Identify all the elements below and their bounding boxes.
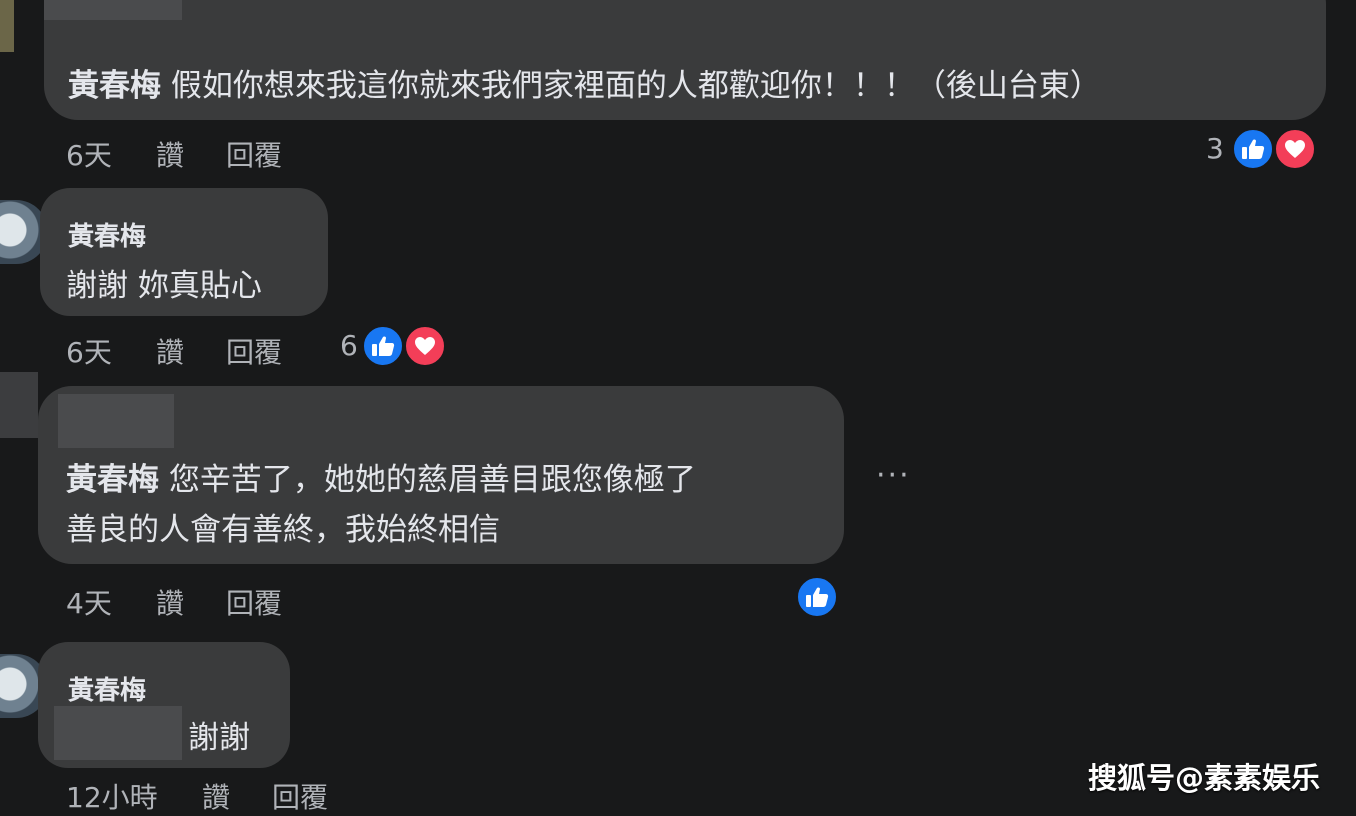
thumbs-up-icon	[1232, 128, 1274, 170]
heart-icon	[404, 325, 446, 367]
like-link[interactable]: 讚	[156, 134, 184, 174]
reaction-summary[interactable]: 3	[1206, 128, 1318, 172]
reply-link[interactable]: 回覆	[226, 331, 282, 371]
comment-text: 黃春梅 您辛苦了，她她的慈眉善目跟您像極了	[66, 454, 696, 499]
thumbs-up-icon	[362, 325, 404, 367]
comment-time[interactable]: 12小時	[66, 776, 158, 816]
reply-link[interactable]: 回覆	[226, 582, 282, 622]
comment-body-line2: 善良的人會有善終，我始終相信	[66, 512, 500, 548]
watermark: 搜狐号@素素娱乐	[1087, 761, 1320, 795]
reaction-count: 6	[340, 329, 358, 362]
mention-name[interactable]: 黃春梅	[66, 462, 159, 498]
reply-link[interactable]: 回覆	[226, 134, 282, 174]
reaction-summary[interactable]	[796, 576, 842, 620]
comment-bubble: 黃春梅 您辛苦了，她她的慈眉善目跟您像極了 善良的人會有善終，我始終相信	[38, 386, 844, 564]
like-link[interactable]: 讚	[156, 331, 184, 371]
comment-bubble: 黃春梅 假如你想來我這你就來我們家裡面的人都歡迎你！！！（後山台東）	[44, 0, 1326, 120]
more-options-icon[interactable]: ···	[876, 458, 911, 493]
comment-body: 謝謝	[188, 720, 250, 756]
blurred-mention	[54, 706, 182, 760]
reaction-summary[interactable]: 6	[340, 325, 450, 369]
comment-body: 假如你想來我這你就來我們家裡面的人都歡迎你！！！（後山台東）	[170, 68, 1101, 104]
blurred-author-name	[58, 394, 174, 448]
like-link[interactable]: 讚	[202, 776, 230, 816]
blurred-avatar[interactable]	[0, 372, 38, 438]
comment-author[interactable]: 黃春梅	[68, 216, 146, 253]
thumbs-up-icon	[796, 576, 838, 618]
like-link[interactable]: 讚	[156, 582, 184, 622]
reply-link[interactable]: 回覆	[272, 776, 328, 816]
comment-bubble: 黃春梅 謝謝	[38, 642, 290, 768]
mention-name[interactable]: 黃春梅	[68, 68, 161, 104]
reaction-count: 3	[1206, 132, 1224, 165]
left-edge-stripe	[0, 0, 14, 52]
comment-body: 謝謝 妳真貼心	[66, 268, 262, 304]
blurred-author-name	[44, 0, 182, 20]
comment-time[interactable]: 6天	[66, 331, 112, 371]
comment-bubble: 黃春梅 謝謝 妳真貼心	[40, 188, 328, 316]
comment-author[interactable]: 黃春梅	[68, 670, 146, 707]
comment-text: 黃春梅 假如你想來我這你就來我們家裡面的人都歡迎你！！！（後山台東）	[68, 60, 1101, 105]
heart-icon	[1274, 128, 1316, 170]
comment-body-line1: 您辛苦了，她她的慈眉善目跟您像極了	[168, 462, 696, 498]
comment-time[interactable]: 4天	[66, 582, 112, 622]
comment-time[interactable]: 6天	[66, 134, 112, 174]
